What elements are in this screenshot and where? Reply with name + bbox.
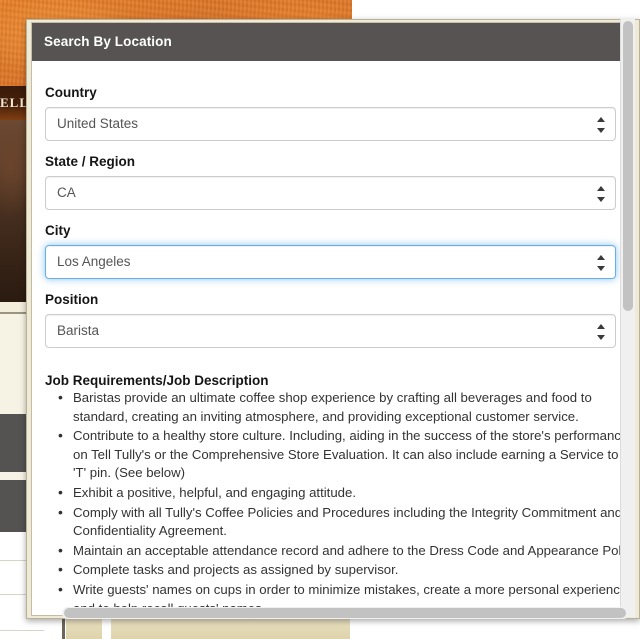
field-country: Country United States: [45, 85, 616, 141]
chevron-updown-icon: [597, 116, 606, 134]
label-position: Position: [45, 292, 99, 307]
job-requirements-list: Baristas provide an ultimate coffee shop…: [45, 388, 629, 615]
position-select-value: Barista: [57, 323, 100, 338]
job-requirement-item: Complete tasks and projects as assigned …: [58, 560, 629, 580]
job-requirement-item: Baristas provide an ultimate coffee shop…: [58, 388, 629, 426]
horizontal-scrollbar-thumb[interactable]: [64, 608, 626, 618]
background-card-one: [0, 414, 26, 472]
country-select-value: United States: [57, 116, 139, 131]
job-requirement-item: Exhibit a positive, helpful, and engagin…: [58, 483, 629, 503]
background-footer-line: [0, 630, 44, 631]
background-strip-top: [0, 302, 26, 312]
city-select[interactable]: Los Angeles: [45, 245, 616, 279]
field-city: City Los Angeles: [45, 223, 616, 279]
state-region-select-value: CA: [57, 185, 76, 200]
job-requirement-item: Comply with all Tully's Coffee Policies …: [58, 503, 629, 541]
search-by-location-dialog: Search By Location Country United States…: [31, 22, 630, 616]
chevron-updown-icon: [597, 185, 606, 203]
label-city: City: [45, 223, 71, 238]
field-position: Position Barista: [45, 292, 616, 348]
background-panel: [0, 314, 26, 414]
dialog-title: Search By Location: [44, 34, 172, 49]
chevron-updown-icon: [597, 254, 606, 272]
background-secondary-image: [0, 120, 26, 302]
background-footer-tile-two: [111, 618, 350, 639]
state-region-select[interactable]: CA: [45, 176, 616, 210]
field-state-region: State / Region CA: [45, 154, 616, 210]
background-card-gap: [0, 472, 26, 480]
job-requirement-item: Maintain an acceptable attendance record…: [58, 541, 629, 561]
vertical-scrollbar-track[interactable]: [620, 19, 635, 617]
label-state-region: State / Region: [45, 154, 136, 169]
background-card-two: [0, 480, 26, 532]
job-requirements-heading: Job Requirements/Job Description: [45, 373, 269, 388]
background-footer-edge: [62, 618, 65, 639]
dialog-body: Country United States State / Region CA: [32, 61, 629, 615]
city-select-value: Los Angeles: [57, 254, 131, 269]
dialog-header: Search By Location: [32, 23, 629, 61]
label-country: Country: [45, 85, 97, 100]
country-select[interactable]: United States: [45, 107, 616, 141]
screenshot-root: ELL T Search By Location Country United …: [0, 0, 640, 639]
position-select[interactable]: Barista: [45, 314, 616, 348]
vertical-scrollbar-thumb[interactable]: [623, 21, 633, 311]
job-requirement-item: Contribute to a healthy store culture. I…: [58, 426, 629, 483]
background-footer-tile-one: [66, 618, 102, 639]
chevron-updown-icon: [597, 323, 606, 341]
